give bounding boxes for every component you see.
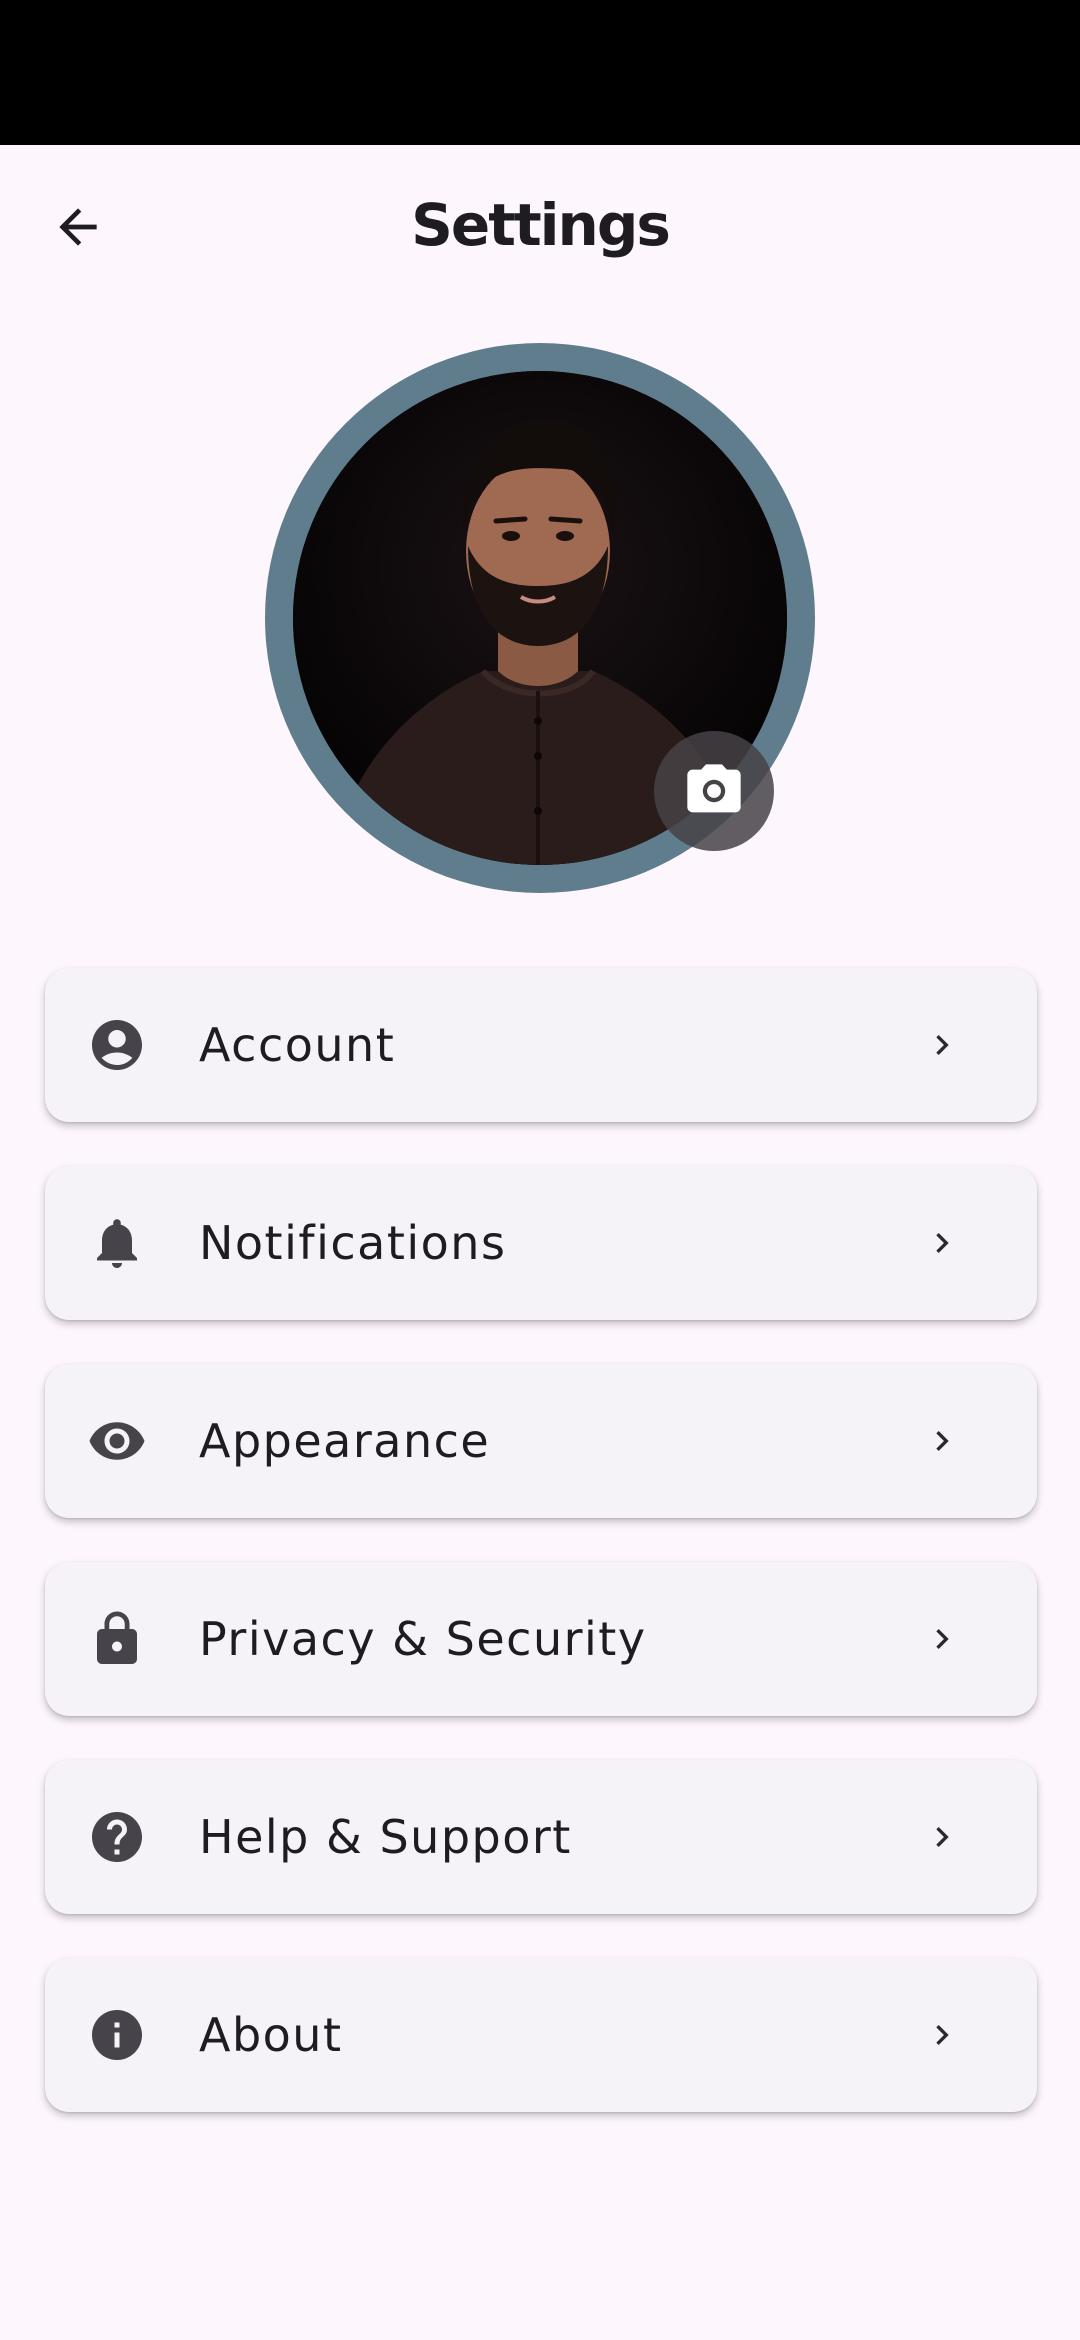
- help-icon: [87, 1807, 147, 1867]
- chevron-right-icon: [936, 2025, 949, 2045]
- info-icon: [87, 2005, 147, 2065]
- menu-item-label: Privacy & Security: [199, 1612, 647, 1666]
- app-bar: Settings: [0, 145, 1080, 297]
- chevron-right-icon: [936, 1629, 949, 1649]
- menu-item-label: About: [199, 2008, 343, 2062]
- menu-item-account[interactable]: Account: [45, 968, 1037, 1122]
- menu-item-about[interactable]: About: [45, 1958, 1037, 2112]
- chevron-right-icon: [936, 1431, 949, 1451]
- change-photo-button[interactable]: [654, 731, 774, 851]
- status-bar: [0, 0, 1080, 145]
- menu-item-label: Notifications: [199, 1216, 507, 1270]
- chevron-right-icon: [936, 1035, 949, 1055]
- menu-item-notifications[interactable]: Notifications: [45, 1166, 1037, 1320]
- menu-item-label: Appearance: [199, 1414, 491, 1468]
- account-circle-icon: [87, 1015, 147, 1075]
- settings-menu-list: Account Notifications Appearance Privacy…: [45, 968, 1037, 2156]
- menu-item-label: Help & Support: [199, 1810, 572, 1864]
- camera-icon: [687, 764, 741, 813]
- eye-icon: [87, 1411, 147, 1471]
- bell-icon: [87, 1213, 147, 1273]
- lock-icon: [87, 1609, 147, 1669]
- menu-item-privacy-security[interactable]: Privacy & Security: [45, 1562, 1037, 1716]
- page-title: Settings: [411, 191, 671, 259]
- menu-item-help-support[interactable]: Help & Support: [45, 1760, 1037, 1914]
- menu-item-label: Account: [199, 1018, 396, 1072]
- chevron-right-icon: [936, 1827, 949, 1847]
- chevron-right-icon: [936, 1233, 949, 1253]
- menu-item-appearance[interactable]: Appearance: [45, 1364, 1037, 1518]
